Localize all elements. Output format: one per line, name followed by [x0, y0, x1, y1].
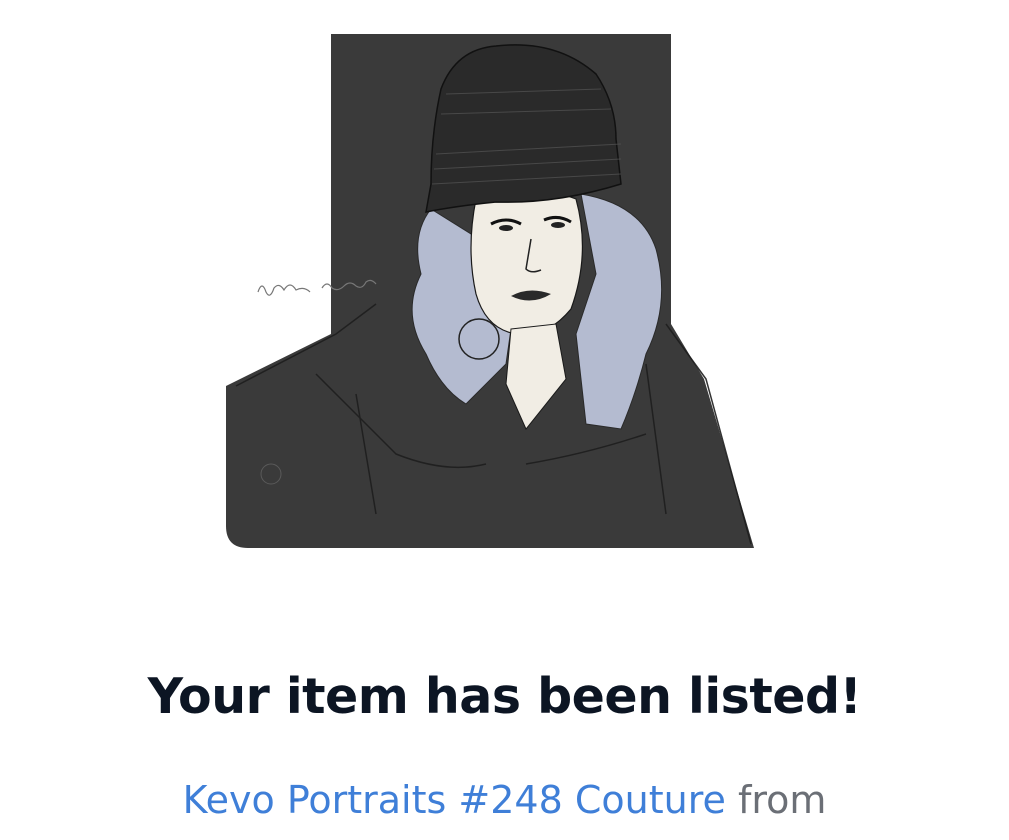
- item-name-link[interactable]: Kevo Portraits #248 Couture: [183, 778, 726, 822]
- listing-details: Kevo Portraits #248 Couture from: [0, 778, 1009, 822]
- nft-artwork-image: [226, 34, 756, 550]
- beanie-hat: [425, 44, 622, 213]
- from-text: from: [737, 778, 827, 822]
- listing-confirmation-heading: Your item has been listed!: [147, 668, 862, 725]
